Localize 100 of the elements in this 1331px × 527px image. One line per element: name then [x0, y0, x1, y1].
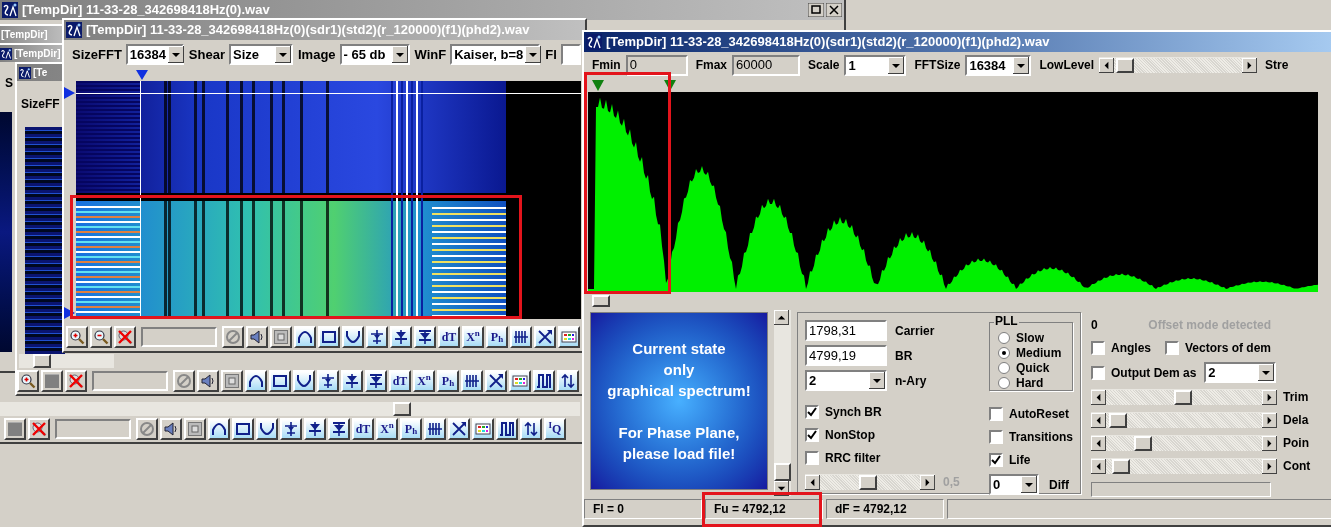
slider[interactable] — [1091, 458, 1277, 474]
slider-thumb[interactable] — [1173, 389, 1192, 405]
tool-button[interactable]: P$_{h}$ — [437, 370, 459, 392]
scrollbar[interactable] — [774, 310, 791, 496]
input-field[interactable]: 1798,31 — [805, 320, 887, 341]
tool-button[interactable] — [557, 370, 579, 392]
scroll-thumb[interactable] — [592, 295, 610, 307]
tool-button[interactable] — [328, 418, 350, 440]
tool-button[interactable] — [341, 370, 363, 392]
input-field[interactable]: 4799,19 — [805, 345, 887, 366]
slider-thumb[interactable] — [1111, 458, 1130, 474]
tool-button[interactable] — [318, 326, 340, 348]
tool-button[interactable] — [520, 418, 542, 440]
tool-button[interactable] — [114, 326, 136, 348]
tool-button[interactable] — [496, 418, 518, 440]
tool-button[interactable]: P$_{h}$ — [486, 326, 508, 348]
scrollbar[interactable] — [0, 402, 580, 416]
slider-thumb[interactable] — [1133, 435, 1152, 451]
tool-button[interactable] — [365, 370, 387, 392]
input-field[interactable] — [55, 419, 131, 439]
checkbox[interactable] — [1165, 341, 1179, 355]
tool-button[interactable] — [173, 370, 195, 392]
tool-button[interactable] — [66, 326, 88, 348]
slider[interactable] — [805, 474, 935, 490]
checkbox[interactable] — [805, 451, 819, 465]
radio-button[interactable] — [998, 377, 1010, 389]
dropdown[interactable]: 16384 — [965, 54, 1032, 76]
tool-button[interactable] — [270, 326, 292, 348]
scrollbar[interactable] — [19, 354, 114, 368]
tool-button[interactable] — [510, 326, 532, 348]
tool-button[interactable] — [558, 326, 580, 348]
tool-button[interactable] — [509, 370, 531, 392]
dropdown[interactable]: 1 — [844, 54, 907, 76]
slider[interactable] — [1091, 389, 1277, 405]
dropdown[interactable]: 2 — [805, 370, 887, 391]
tool-button[interactable]: dT — [438, 326, 460, 348]
tool-button[interactable]: P$_{h}$ — [400, 418, 422, 440]
tool-button[interactable] — [485, 370, 507, 392]
tool-button[interactable] — [269, 370, 291, 392]
tool-button[interactable] — [246, 326, 268, 348]
tool-button[interactable] — [424, 418, 446, 440]
tool-button[interactable] — [448, 418, 470, 440]
tool-button[interactable] — [390, 326, 412, 348]
tool-button[interactable]: X$^{n}$ — [462, 326, 484, 348]
scroll-thumb[interactable] — [393, 402, 411, 416]
tool-button[interactable] — [280, 418, 302, 440]
slider[interactable] — [1091, 435, 1277, 451]
dropdown[interactable]: 16384 — [125, 44, 184, 65]
slider-thumb[interactable] — [859, 474, 878, 490]
input-field[interactable] — [141, 327, 217, 347]
tool-button[interactable]: X$^{n}$ — [413, 370, 435, 392]
tool-button[interactable] — [197, 370, 219, 392]
input-field[interactable] — [92, 371, 168, 391]
checkbox[interactable] — [805, 428, 819, 442]
tool-button[interactable] — [293, 370, 315, 392]
tool-button[interactable] — [28, 418, 50, 440]
checkbox[interactable] — [989, 453, 1003, 467]
radio-button[interactable] — [998, 347, 1010, 359]
tool-button[interactable] — [245, 370, 267, 392]
tool-button[interactable] — [534, 326, 556, 348]
tool-button[interactable] — [342, 326, 364, 348]
checkbox[interactable] — [989, 407, 1003, 421]
tool-button[interactable] — [90, 326, 112, 348]
checkbox[interactable] — [1091, 341, 1105, 355]
tool-button[interactable] — [304, 418, 326, 440]
radio-button[interactable] — [998, 332, 1010, 344]
tool-button[interactable]: dT — [352, 418, 374, 440]
tool-button[interactable] — [317, 370, 339, 392]
tool-button[interactable] — [461, 370, 483, 392]
tool-button[interactable] — [533, 370, 555, 392]
checkbox[interactable] — [805, 405, 819, 419]
tool-button[interactable] — [208, 418, 230, 440]
dropdown[interactable]: Kaiser, b=8 — [450, 44, 541, 65]
tool-button[interactable] — [160, 418, 182, 440]
tool-button[interactable] — [472, 418, 494, 440]
input-field[interactable]: 60000 — [732, 54, 801, 76]
tool-button[interactable] — [366, 326, 388, 348]
scroll-thumb[interactable] — [774, 463, 791, 481]
tool-button[interactable] — [136, 418, 158, 440]
tool-button[interactable] — [222, 326, 244, 348]
tool-button[interactable] — [184, 418, 206, 440]
tool-button[interactable] — [65, 370, 87, 392]
tool-button[interactable] — [256, 418, 278, 440]
tool-button[interactable] — [414, 326, 436, 348]
input-field[interactable] — [560, 44, 581, 65]
slider[interactable] — [1099, 57, 1258, 73]
scroll-thumb[interactable] — [33, 354, 51, 368]
dropdown[interactable]: - 65 db — [339, 44, 410, 65]
slider[interactable] — [1091, 412, 1277, 428]
tool-button[interactable] — [294, 326, 316, 348]
dropdown[interactable]: Size — [229, 44, 293, 65]
tool-button[interactable]: X$^{n}$ — [376, 418, 398, 440]
checkbox[interactable] — [1091, 365, 1105, 380]
tool-button[interactable] — [221, 370, 243, 392]
tool-button[interactable]: dT — [389, 370, 411, 392]
dropdown[interactable]: 2 — [1204, 362, 1277, 383]
dropdown[interactable]: 0 — [989, 474, 1039, 495]
slider-thumb[interactable] — [1108, 412, 1127, 428]
tool-button[interactable] — [4, 418, 26, 440]
tool-button[interactable]: $^{I}$Q — [544, 418, 566, 440]
